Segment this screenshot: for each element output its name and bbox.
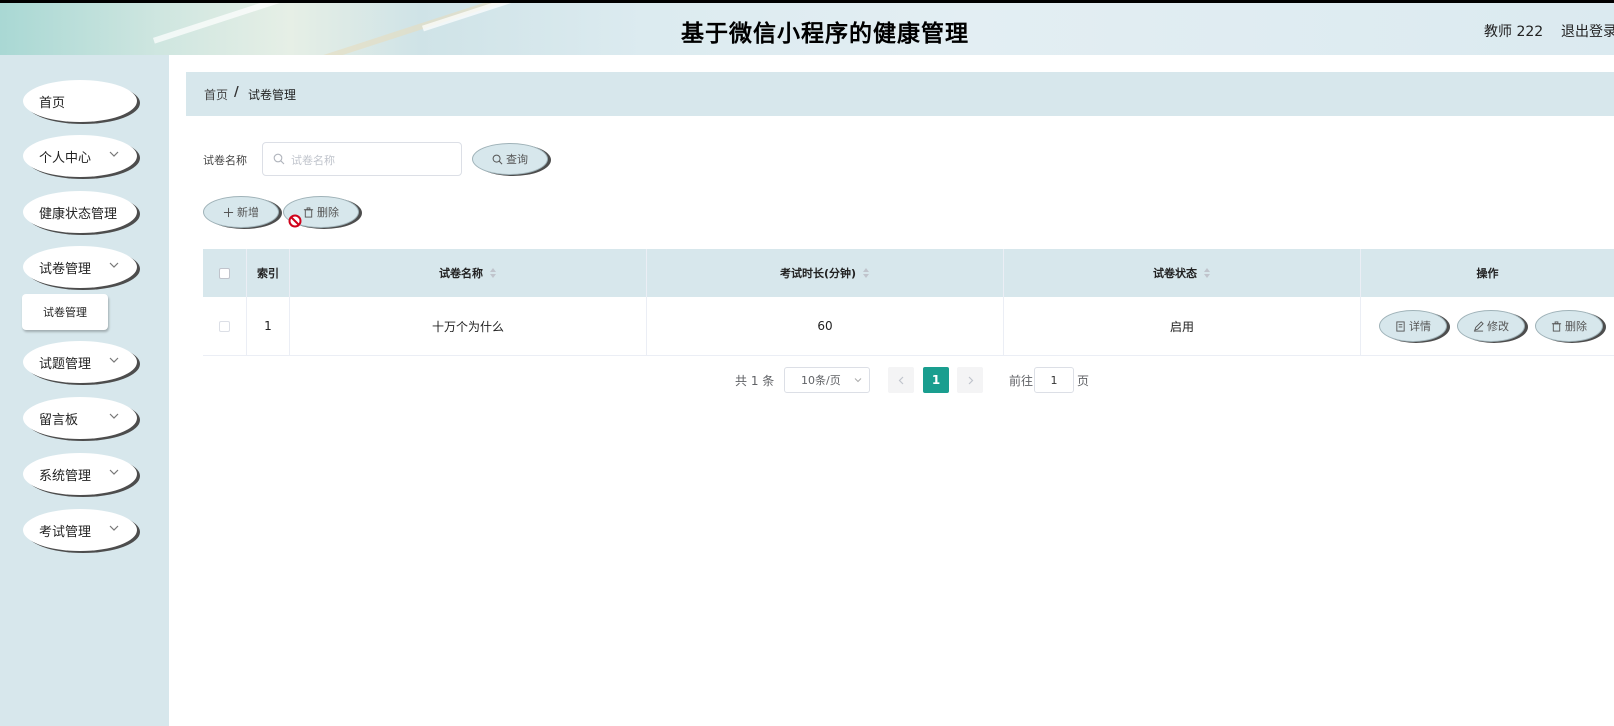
add-button[interactable]: 新增 — [203, 196, 279, 228]
cell-status: 启用 — [1004, 297, 1361, 355]
page-unit-label: 页 — [1077, 374, 1090, 388]
cell-duration: 60 — [647, 297, 1004, 355]
breadcrumb-home[interactable]: 首页 — [204, 86, 228, 103]
chevron-left-icon — [898, 376, 903, 384]
document-icon — [1396, 320, 1405, 332]
sort-icon — [863, 268, 870, 278]
search-icon — [273, 153, 285, 165]
row-checkbox[interactable] — [219, 320, 230, 332]
batch-delete-label: 删除 — [317, 206, 339, 219]
pagination-total: 共 1 条 — [735, 374, 775, 388]
column-header-actions: 操作 — [1476, 267, 1499, 280]
sort-icon — [490, 268, 496, 278]
sidebar-subitem-paper-management[interactable]: 试卷管理 — [22, 294, 108, 330]
delete-button-label: 删除 — [1565, 320, 1587, 333]
trash-icon — [303, 206, 314, 218]
search-input-wrapper — [262, 142, 462, 176]
sidebar-item-label: 系统管理 — [39, 468, 92, 484]
plus-icon — [223, 207, 234, 217]
page-title: 基于微信小程序的健康管理 — [681, 21, 969, 47]
sidebar-item-label: 考试管理 — [39, 524, 92, 540]
header-select-cell — [203, 249, 247, 297]
cell-actions: 详情 修改 删除 — [1361, 297, 1614, 355]
breadcrumb: 首页 / 试卷管理 — [186, 72, 1614, 116]
detail-button[interactable]: 详情 — [1379, 310, 1447, 342]
sort-icon — [1204, 268, 1210, 278]
prev-page-button[interactable] — [888, 367, 914, 393]
sidebar-item-question-management[interactable]: 试题管理 — [23, 341, 137, 383]
chevron-down-icon — [109, 525, 119, 531]
page-size-select[interactable]: 10条/页 — [784, 367, 870, 393]
sidebar-item-paper-management[interactable]: 试卷管理 — [23, 246, 137, 288]
column-header-duration-label: 考试时长(分钟) — [779, 267, 857, 280]
sidebar-item-message-board[interactable]: 留言板 — [23, 397, 137, 439]
search-label: 试卷名称 — [203, 154, 247, 167]
goto-page-input[interactable] — [1034, 367, 1074, 393]
column-header-name[interactable]: 试卷名称 — [290, 249, 647, 297]
chevron-down-icon — [109, 151, 119, 157]
column-header-status-label: 试卷状态 — [1153, 267, 1197, 280]
sidebar-item-health-status[interactable]: 健康状态管理 — [23, 191, 137, 233]
page-size-value: 10条/页 — [801, 374, 841, 387]
add-button-label: 新增 — [237, 206, 259, 219]
detail-button-label: 详情 — [1409, 320, 1431, 333]
sidebar-item-home[interactable]: 首页 — [23, 80, 137, 122]
search-button-label: 查询 — [506, 153, 528, 166]
next-page-button[interactable] — [957, 367, 983, 393]
table-row: 1 十万个为什么 60 启用 详情 修改 删除 — [203, 297, 1614, 356]
search-icon — [492, 154, 503, 164]
chevron-down-icon — [854, 378, 862, 383]
sidebar-item-label: 试卷管理 — [39, 261, 92, 277]
column-header-duration[interactable]: 考试时长(分钟) — [647, 249, 1004, 297]
sidebar-item-label: 首页 — [39, 95, 66, 111]
column-header-index: 索引 — [247, 249, 290, 297]
goto-label: 前往 — [1009, 374, 1034, 388]
sidebar-item-exam-management[interactable]: 考试管理 — [23, 509, 137, 551]
column-header-name-label: 试卷名称 — [439, 267, 483, 280]
chevron-down-icon — [109, 413, 119, 419]
cell-paper-name: 十万个为什么 — [290, 297, 647, 355]
chevron-down-icon — [109, 262, 119, 268]
breadcrumb-current: 试卷管理 — [248, 88, 297, 102]
chevron-down-icon — [109, 357, 119, 363]
header: 基于微信小程序的健康管理 教师 222 退出登录 — [0, 3, 1614, 55]
sidebar-item-label: 健康状态管理 — [39, 206, 118, 222]
sidebar: 首页 个人中心 健康状态管理 试卷管理 试卷管理 试题管理 留言板 系统管理 考… — [0, 55, 169, 726]
page-number-current[interactable]: 1 — [923, 367, 949, 393]
column-header-status[interactable]: 试卷状态 — [1004, 249, 1361, 297]
logout-button[interactable]: 退出登录 — [1561, 21, 1614, 41]
sidebar-item-system-management[interactable]: 系统管理 — [23, 453, 137, 495]
delete-button[interactable]: 删除 — [1535, 310, 1603, 342]
cell-index: 1 — [247, 297, 290, 355]
search-input[interactable] — [289, 149, 458, 171]
select-all-checkbox[interactable] — [219, 267, 230, 279]
search-button[interactable]: 查询 — [472, 143, 548, 175]
sidebar-item-label: 留言板 — [39, 412, 79, 428]
not-allowed-cursor-icon — [288, 214, 302, 228]
edit-button-label: 修改 — [1487, 320, 1509, 333]
chevron-right-icon — [968, 376, 973, 384]
sidebar-item-label: 个人中心 — [39, 150, 92, 166]
edit-button[interactable]: 修改 — [1457, 310, 1525, 342]
sidebar-item-label: 试题管理 — [39, 356, 92, 372]
breadcrumb-separator: / — [234, 85, 239, 100]
chevron-down-icon — [109, 469, 119, 475]
sidebar-item-profile[interactable]: 个人中心 — [23, 135, 137, 177]
edit-icon — [1473, 320, 1484, 332]
row-select-cell — [203, 297, 247, 355]
trash-icon — [1551, 320, 1562, 332]
table-header: 索引 试卷名称 考试时长(分钟) 试卷状态 操作 — [203, 249, 1614, 297]
user-name: 教师 222 — [1484, 24, 1544, 40]
